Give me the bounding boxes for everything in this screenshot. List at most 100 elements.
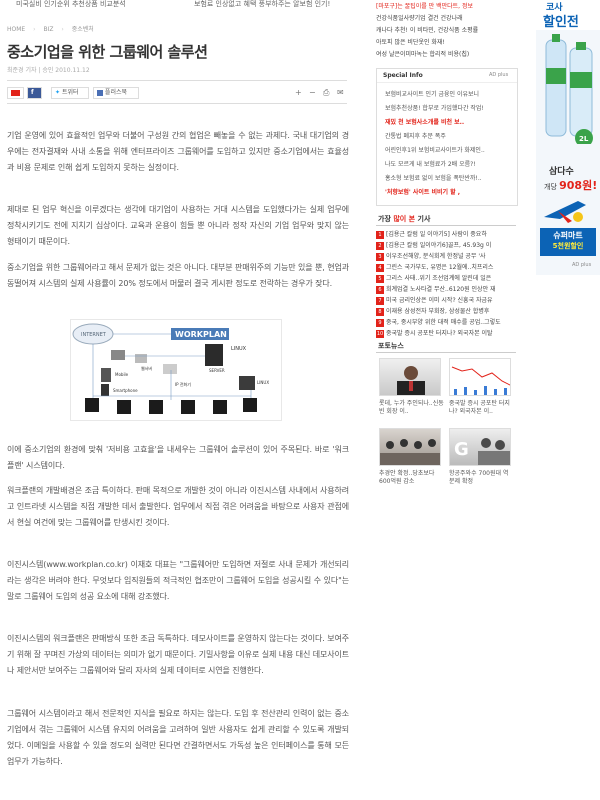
ad-cta-box[interactable]: 슈퍼마트 5천원할인 [540,228,596,256]
right-top-link-1[interactable]: [마포구]는 꿀팁이를 만 백만다트, 정보 [376,2,512,12]
right-top-links: [마포구]는 꿀팁이를 만 백만다트, 정보 건강식품일사량기업 결건 건강나래… [376,0,516,70]
breadcrumb: HOME › BIZ › 중소벤처 [7,24,100,33]
plane-icon [544,201,586,223]
ad-store: 슈퍼마트 [553,231,583,240]
article-paragraph-4: 이에 중소기업의 환경에 맞춰 '저비용 고효율'을 내세우는 그룹웨어 솔루션… [7,445,349,470]
popular-item-4[interactable]: 4 그린스 국가부도, 유명은 12월에..치프리스 [376,263,512,273]
article-paragraph-3: 중소기업을 위한 그룹웨어라고 해서 문제가 없는 것은 아니다. 대부분 판매… [7,263,349,288]
twitter-icon: ✦ [55,89,61,96]
right-top-link-2[interactable]: 건강식품일사량기업 결건 건강나래 [376,14,512,24]
popular-item-title: 이우조선해양, 분식회계 한정널 공무 '사 [386,253,486,260]
facebook-button[interactable]: f [27,87,42,99]
popular-item-7[interactable]: 7 미국 금리인상은 이미 시작? 신흥국 자금유 [376,296,512,306]
ad-headline: 할인전 [543,15,579,30]
system-diagram-image: INTERNET WORKPLAN LINUX SERVER Mobile Sm… [70,319,282,421]
special-item-8[interactable]: '처향보험' 사이트 비비기 할 , [385,187,515,196]
photo-news-caption-3[interactable]: 추경안 확정..당초보다 600억원 감소 [379,470,445,486]
photo-news-caption-1[interactable]: 롯데, 누가 주인되나..신동빈 회장 이.. [379,400,445,416]
twitter-label: 트위터 [61,89,79,96]
popular-item-title: 희계업결 노사타결 무산..6120원 인상안 재 [386,286,496,293]
popular-rank-badge: 4 [376,264,384,272]
side-banner-ad[interactable]: 코사 할인전 2L 삼다수 개당 908원! 슈퍼마트 5천원할인 AD plu… [536,0,600,275]
popular-rank-badge: 5 [376,275,384,283]
top-link-right[interactable]: 보험료 인상없고 혜택 풍부하주는 알보험 인기! [194,0,330,8]
font-down-button[interactable]: − [309,88,316,97]
special-item-1[interactable]: 보험비교사이트 인기 금융인 이유보니 [385,89,515,98]
popular-item-title: 이재용 삼성전자 부회장, 삼성물산 합병후 [386,308,490,315]
breadcrumb-sep-1: › [33,26,36,33]
popular-item-1[interactable]: 1 [김용근 칼럼 일 이야기5] 사람이 중요하 [376,230,512,240]
twitter-button[interactable]: ✦ 트위터 [51,87,89,99]
article-paragraph-6: 이진시스템(www.workplan.co.kr) 이재호 대표는 "그룹웨어만… [7,560,349,601]
system-diagram-svg: INTERNET WORKPLAN LINUX SERVER Mobile Sm… [72,323,269,414]
right-top-link-4[interactable]: 아토피 많은 비단옷인 화재! [376,38,512,48]
ad-price-prefix: 개당 [544,183,557,191]
popular-item-8[interactable]: 8 이재용 삼성전자 부회장, 삼성물산 합병후 [376,307,512,317]
popular-item-3[interactable]: 3 이우조선해양, 분식회계 한정널 공무 '사 [376,252,512,262]
article-title: 중소기업을 위한 그룹웨어 솔루션 [7,43,208,61]
special-item-3[interactable]: 재밌 천 보험사소개를 비천 보.. [385,117,515,126]
ad-price-line: 개당 908원! [544,177,597,193]
page: 미국실비 인기순위 추천상품 비교분석 보험료 인상없고 혜택 풍부하주는 알보… [0,0,600,800]
article-paragraph-1: 기업 운영에 있어 효율적인 업무와 더불어 구성원 간의 협업은 빼놓을 수 … [7,131,349,172]
thumbnail-letters: G [454,439,469,460]
top-link-left[interactable]: 미국실비 인기순위 추천상품 비교분석 [16,0,126,8]
popular-item-title: 미국 금리인상은 이미 시작? 신흥국 자금유 [386,297,493,304]
ad-product-name: 삼다수 [549,167,574,177]
special-item-2[interactable]: 보험추천상품! 합부로 가입했다간 작업! [385,103,515,112]
photo-news-caption-4[interactable]: 항공주와수 700원대 역 분제 확정 [449,470,515,486]
popular-item-title: [김용근 칼럼 일이야기6]골프, 45.93g 이 [386,242,492,249]
special-info-ad-label: AD plus [489,72,509,78]
right-top-link-3[interactable]: 캐나다 추천! 이 비타민, 건강식품 소평률 [376,26,512,36]
ad-coupon: 5천원할인 [552,242,584,250]
breadcrumb-biz[interactable]: BIZ [43,26,53,33]
breadcrumb-section[interactable]: 중소벤처 [72,26,94,33]
popular-item-10[interactable]: 10 중국발 증시 공포탄 터지나? 외국자본 이탈 [376,329,512,339]
popular-rank-badge: 2 [376,242,384,250]
share-bar: f ✦ 트위터 플러스북 + − ⎙ ✉ [7,87,347,101]
special-item-7[interactable]: 홍소형 보험료 없이 보험을 폭탄싼까!.. [385,173,515,182]
article-paragraph-8: 그룹웨어 시스템이라고 해서 전문적인 지식을 필요로 하지는 않는다. 도입 … [7,709,349,766]
popular-rank-badge: 3 [376,253,384,261]
ad-label: AD plus [572,262,592,268]
diagram-label-server: SERVER [209,368,225,373]
bottle-size-label: 2L [579,135,589,143]
special-item-6[interactable]: 나도 모르게 내 보험료가 2배 오름?! [385,159,515,168]
special-info-divider [377,82,517,83]
special-info-box: Special Info AD plus 보험비교사이트 인기 금융인 이유보니… [376,68,518,206]
print-icon[interactable]: ⎙ [323,88,329,98]
photo-news-thumb-3[interactable] [379,428,441,466]
breadcrumb-home[interactable]: HOME [7,26,25,33]
person-thumbnail-icon [397,366,425,395]
popular-item-title: 그린스 국가부도, 유명은 12월에..치프리스 [386,264,494,271]
share-print-button[interactable] [7,87,24,99]
special-item-5[interactable]: 어린인후1위 보험비교사이트가 화제인.. [385,145,515,154]
popular-item-9[interactable]: 9 중국, 중시부양 위한 대적 매수를 공업..그렇도 [376,318,512,328]
popular-rank-badge: 8 [376,308,384,316]
diagram-brand: WORKPLAN [175,330,227,339]
photo-news-header: 포토뉴스 [378,342,404,350]
popular-header-a: 가장 [378,215,391,223]
story-button[interactable]: 플러스북 [93,87,139,99]
photo-news-caption-2[interactable]: 중국발 증시 공포탄 터지나? 외국자본 이.. [449,400,515,416]
right-top-link-5[interactable]: 여성 날은이미마녹는 합리적 비용(칩) [376,50,512,60]
popular-list: 1 [김용근 칼럼 일 이야기5] 사람이 중요하 2 [김용근 칼럼 일이야기6]… [376,228,516,338]
popular-item-title: 중국발 증시 공포탄 터지나? 외국자본 이탈 [386,330,493,337]
email-icon[interactable]: ✉ [337,88,344,97]
share-print-icon [11,90,20,96]
popular-item-6[interactable]: 6 희계업결 노사타결 무산..6120원 인상안 재 [376,285,512,295]
photo-news-thumb-2[interactable] [449,358,511,396]
popular-header-c: 기사 [417,215,431,223]
diagram-label-internet: INTERNET [81,332,107,338]
popular-item-2[interactable]: 2 [김용근 칼럼 일이야기6]골프, 45.93g 이 [376,241,512,251]
stock-chart-thumbnail-icon [451,366,510,395]
meeting-thumbnail-icon [380,439,440,465]
special-item-4[interactable]: 간통법 폐지후 추문 폭주 [385,131,515,140]
photo-news-thumb-4[interactable]: G [449,428,511,466]
diagram-label-smartphone: Smartphone [113,388,138,393]
popular-rank-badge: 1 [376,231,384,239]
breadcrumb-sep-2: › [61,26,64,33]
font-up-button[interactable]: + [295,88,302,97]
photo-news-thumb-1[interactable] [379,358,441,396]
popular-item-5[interactable]: 5 그리스 사태..위기 조선업계에 알린데 일은 [376,274,512,284]
